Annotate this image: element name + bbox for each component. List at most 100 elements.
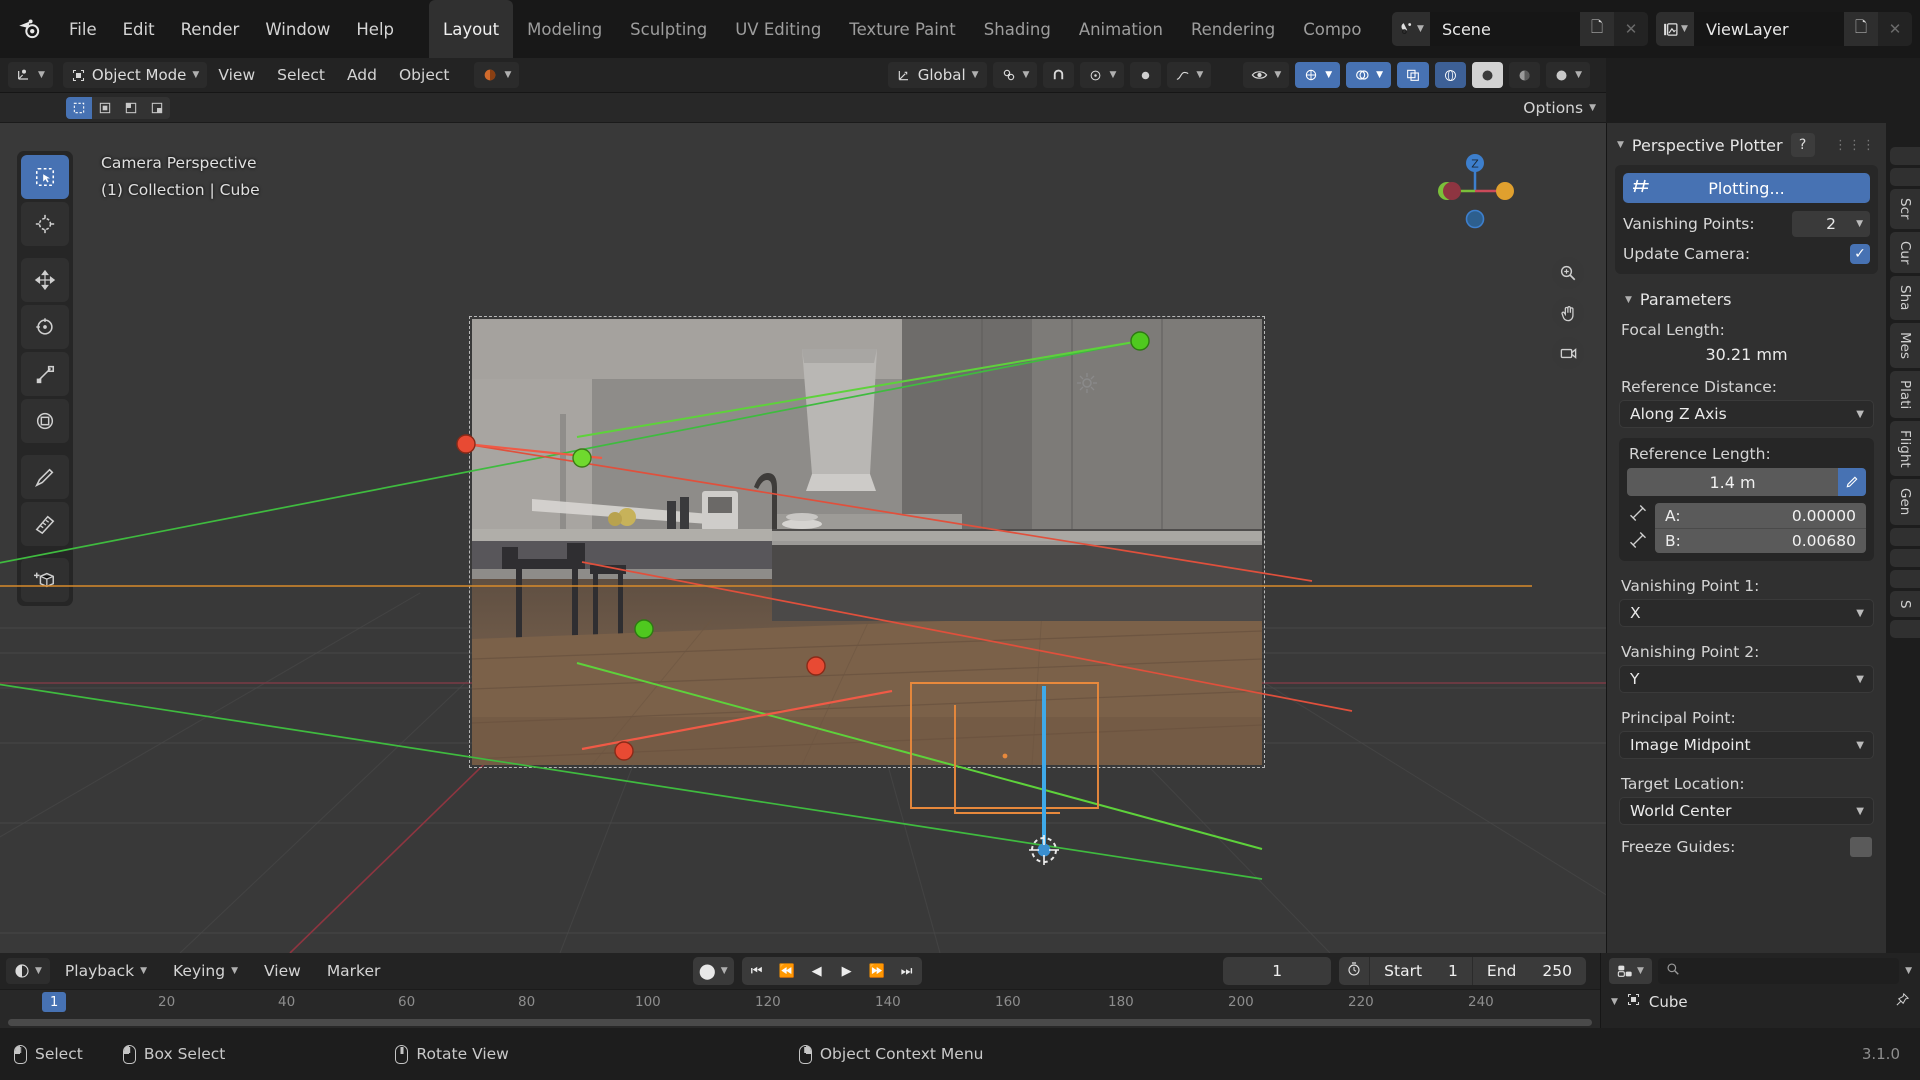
chevron-down-icon[interactable]: ▼ (1617, 140, 1624, 150)
end-frame-field[interactable]: End 250 (1471, 957, 1586, 985)
shading-material-preview-icon[interactable] (1509, 62, 1541, 88)
object-mode-selector[interactable]: Object Mode ▼ (62, 62, 208, 88)
tweak-select-mode-icon[interactable] (66, 96, 92, 119)
sidebar-tab-13[interactable] (1890, 620, 1920, 639)
outliner-editor-icon[interactable]: ▼ (1609, 958, 1652, 984)
tab-sculpting[interactable]: Sculpting (616, 0, 721, 58)
editor-type-3dview-icon[interactable]: ▼ (8, 62, 53, 88)
menu-edit[interactable]: Edit (110, 16, 168, 43)
drag-grip-icon[interactable]: ⋮⋮⋮ (1834, 138, 1876, 153)
menu-window[interactable]: Window (252, 16, 343, 43)
sidebar-tab-scripting[interactable]: Scr (1890, 189, 1920, 229)
reference-length-value[interactable]: 1.4 m (1627, 468, 1838, 496)
target-location-dropdown[interactable]: World Center ▼ (1619, 797, 1874, 825)
proportional-edit-icon[interactable] (1130, 62, 1162, 88)
scene-name[interactable]: Scene (1430, 12, 1580, 46)
freeze-guides-checkbox[interactable] (1850, 837, 1872, 857)
timeline-menu-playback[interactable]: Playback ▼ (54, 962, 158, 980)
scene-selector[interactable]: ▼ Scene 🗋 ✕ (1392, 12, 1648, 46)
sidebar-tab-1[interactable] (1890, 168, 1920, 186)
update-camera-checkbox[interactable]: ✓ (1850, 244, 1870, 264)
jump-to-start-icon[interactable]: ⏮ (742, 957, 772, 985)
snap-target-dropdown[interactable]: ▼ (1080, 62, 1125, 88)
outliner-row-cube[interactable]: ▼ Cube (1601, 989, 1920, 1014)
tab-rendering[interactable]: Rendering (1177, 0, 1289, 58)
tab-animation[interactable]: Animation (1065, 0, 1177, 58)
viewlayer-close-icon[interactable]: ✕ (1878, 12, 1912, 46)
a-value-field[interactable]: A: 0.00000 (1655, 503, 1866, 528)
tab-uv-editing[interactable]: UV Editing (721, 0, 835, 58)
snap-magnet-icon[interactable] (1043, 62, 1075, 88)
sidebar-tab-11[interactable] (1890, 569, 1920, 588)
timeline-menu-keying[interactable]: Keying ▼ (162, 962, 249, 980)
panel-header[interactable]: ▼ Perspective Plotter ? ⋮⋮⋮ (1607, 123, 1886, 165)
timeline-editor-icon[interactable]: ▼ (6, 958, 50, 984)
selected-cube-wireframe[interactable] (0, 123, 1606, 953)
falloff-curve-icon[interactable]: ▼ (1167, 62, 1212, 88)
viewlayer-selector[interactable]: ▼ ViewLayer 🗋 ✕ (1656, 12, 1912, 46)
prev-keyframe-icon[interactable]: ⏪ (772, 957, 802, 985)
blender-logo-icon[interactable] (16, 16, 42, 42)
tab-texture-paint[interactable]: Texture Paint (835, 0, 969, 58)
principal-point-dropdown[interactable]: Image Midpoint ▼ (1619, 731, 1874, 759)
viewlayer-duplicate-icon[interactable]: 🗋 (1844, 12, 1878, 46)
b-value-field[interactable]: B: 0.00680 (1655, 528, 1866, 553)
circle-select-mode-icon[interactable] (118, 96, 144, 119)
timeline-playhead[interactable]: 1 (42, 992, 67, 1012)
outliner-editor[interactable]: ▼ ▼ ▼ Cube (1600, 953, 1920, 1028)
menu-help[interactable]: Help (343, 16, 407, 43)
3d-viewport[interactable]: Camera Perspective (1) Collection | Cube (0, 123, 1606, 953)
current-frame-field[interactable]: 1 (1223, 957, 1332, 985)
search-input[interactable] (1657, 958, 1900, 984)
vanishing-point-2-dropdown[interactable]: Y ▼ (1619, 665, 1874, 693)
sidebar-tab-plating[interactable]: Plati (1890, 370, 1920, 418)
sidebar-tab-0[interactable] (1890, 147, 1920, 165)
timeline-menu-view[interactable]: View (253, 962, 312, 980)
parameters-section-header[interactable]: ▼ Parameters (1607, 284, 1886, 315)
tab-compositing[interactable]: Compo (1289, 0, 1375, 58)
gizmo-icon[interactable]: ▼ (1295, 62, 1341, 88)
plotting-button[interactable]: Plotting... (1623, 173, 1870, 203)
overlays-icon[interactable]: ▼ (1346, 62, 1392, 88)
pivot-point-icon[interactable]: ▼ (992, 62, 1038, 88)
expand-chevron-icon[interactable]: ▼ (1611, 997, 1618, 1007)
timeline-menu-marker[interactable]: Marker (316, 962, 392, 980)
viewlayer-name[interactable]: ViewLayer (1694, 12, 1844, 46)
transform-orientation-dropdown[interactable]: Global ▼ (887, 62, 987, 88)
sidebar-tab-10[interactable] (1890, 548, 1920, 567)
menu-file[interactable]: File (56, 16, 110, 43)
timeline-ruler[interactable]: 1 20 40 60 80 100 120 140 160 180 200 22… (0, 989, 1600, 1028)
shading-mode-icon[interactable]: ▼ (474, 62, 520, 88)
viewport-menu-add[interactable]: Add (336, 66, 388, 84)
auto-keying-toggle[interactable]: ⬤ ▼ (692, 957, 734, 985)
question-mark-icon[interactable]: ? (1790, 133, 1815, 157)
tab-layout[interactable]: Layout (429, 0, 514, 58)
options-dropdown[interactable]: Options ▼ (1523, 99, 1596, 117)
xray-toggle-icon[interactable] (1397, 62, 1430, 88)
sidebar-tab-flight[interactable]: Flight (1890, 420, 1920, 477)
shading-rendered-icon[interactable]: ▼ (1546, 62, 1590, 88)
play-icon[interactable]: ▶ (832, 957, 862, 985)
viewport-menu-view[interactable]: View (207, 66, 266, 84)
vanishing-points-dropdown[interactable]: 2 ▼ (1792, 211, 1870, 237)
sidebar-tab-mesh[interactable]: Mes (1890, 322, 1920, 368)
sidebar-tab-shading[interactable]: Sha (1890, 276, 1920, 320)
tab-shading[interactable]: Shading (970, 0, 1065, 58)
timeline-editor[interactable]: ▼ Playback ▼ Keying ▼ View Marker ⬤ ▼ ⏮ … (0, 953, 1600, 1028)
reference-length-field[interactable]: 1.4 m (1627, 468, 1866, 496)
vanishing-point-1-dropdown[interactable]: X ▼ (1619, 599, 1874, 627)
shading-wireframe-icon[interactable] (1435, 62, 1467, 88)
shading-solid-icon[interactable] (1472, 62, 1504, 88)
sidebar-tab-9[interactable] (1890, 527, 1920, 546)
pin-icon[interactable] (1895, 992, 1910, 1011)
viewport-menu-object[interactable]: Object (388, 66, 460, 84)
sidebar-tab-s[interactable]: S (1890, 590, 1920, 618)
tab-modeling[interactable]: Modeling (513, 0, 616, 58)
reference-distance-dropdown[interactable]: Along Z Axis ▼ (1619, 400, 1874, 428)
jump-to-end-icon[interactable]: ⏭ (892, 957, 922, 985)
play-reverse-icon[interactable]: ◀ (802, 957, 832, 985)
show-hide-icon[interactable]: ▼ (1243, 62, 1290, 88)
stopwatch-icon[interactable] (1339, 961, 1369, 981)
scene-duplicate-icon[interactable]: 🗋 (1580, 12, 1614, 46)
start-frame-field[interactable]: Start 1 (1369, 957, 1472, 985)
